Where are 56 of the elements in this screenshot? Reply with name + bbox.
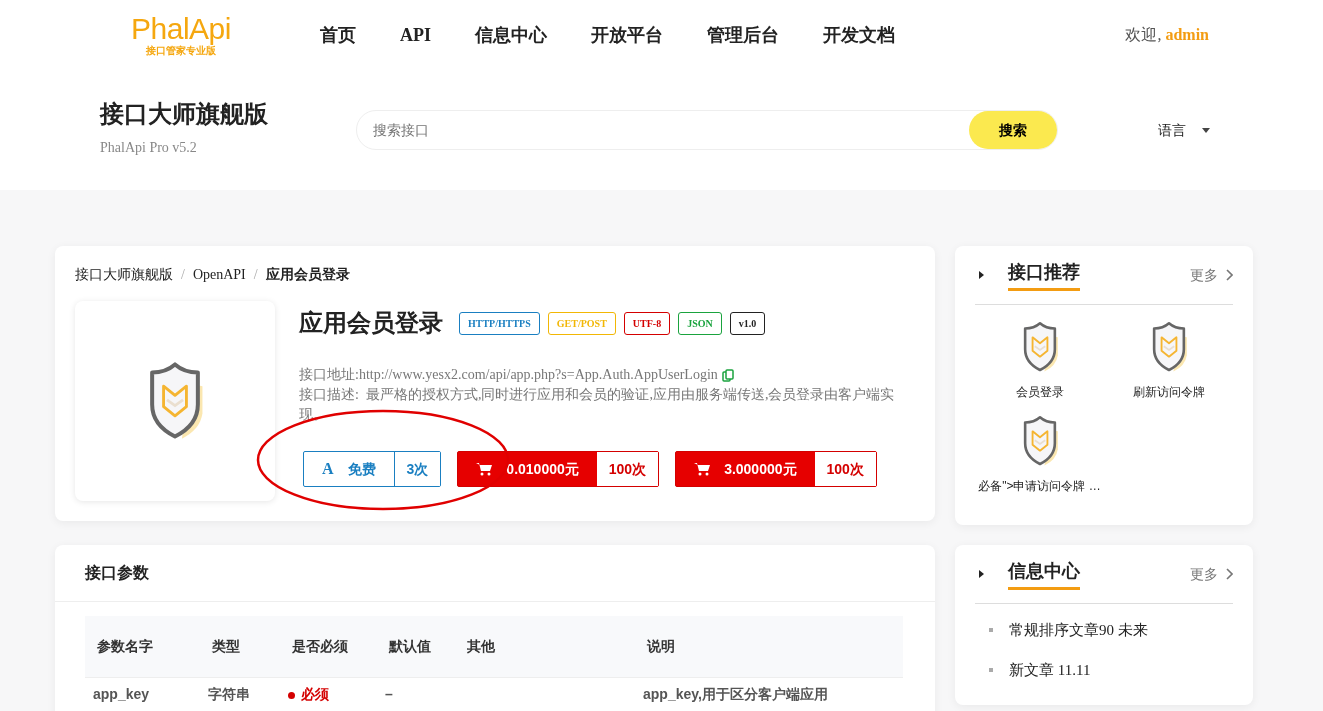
info-link[interactable]: 新文章 11.11 xyxy=(1009,658,1091,682)
version-text: PhalApi Pro v5.2 xyxy=(100,138,198,157)
required-label: 必须 xyxy=(288,686,329,702)
table-cell: – xyxy=(377,677,455,710)
breadcrumb-link[interactable]: 应用会员登录 xyxy=(265,264,350,285)
welcome-text: 欢迎, xyxy=(1125,25,1162,45)
chevron-icon xyxy=(1226,568,1233,580)
nav-link[interactable]: 开放平台 xyxy=(591,21,663,49)
breadcrumb-link[interactable]: 接口大师旗舰版 xyxy=(75,264,173,285)
tag: GET/POST xyxy=(547,311,616,335)
column-header: 说明 xyxy=(635,616,903,678)
tag: JSON xyxy=(678,311,722,335)
panel-title: 信息中心 xyxy=(1008,558,1080,590)
breadcrumb-separator: / xyxy=(181,266,185,284)
cart-icon xyxy=(476,462,493,476)
breadcrumb-link[interactable]: OpenAPI xyxy=(192,264,246,285)
plan-button[interactable]: A 免费 3次 xyxy=(303,451,442,487)
site-title: 接口大师旗舰版 xyxy=(100,100,268,129)
breadcrumb-separator: / xyxy=(253,266,258,284)
chevron-icon xyxy=(1226,269,1233,281)
column-header: 默认值 xyxy=(377,616,455,678)
tag: HTTP/HTTPS xyxy=(459,311,540,335)
recommended-api[interactable]: 刷新访问令牌 xyxy=(1104,321,1233,401)
copy-icon[interactable] xyxy=(721,368,734,382)
caret-icon xyxy=(979,271,984,279)
recommended-api[interactable]: 会员登录 xyxy=(975,321,1104,401)
nav-link[interactable]: 开发文档 xyxy=(823,21,895,49)
api-title: 应用会员登录 xyxy=(299,308,443,338)
language-dropdown[interactable]: 语言 xyxy=(1158,110,1210,150)
search-button[interactable]: 搜索 xyxy=(969,111,1057,149)
column-header: 参数名字 xyxy=(85,616,200,678)
panel-title: 接口推荐 xyxy=(1008,259,1080,291)
address-text: 接口地址:http://www.yesx2.com/api/app.php?s=App.Auth.AppUserLogin xyxy=(299,366,718,384)
tag: v1.0 xyxy=(729,311,766,335)
more-link[interactable]: 更多 xyxy=(1190,563,1233,585)
tag: UTF-8 xyxy=(623,311,671,335)
table-cell: 字符串 xyxy=(200,677,280,710)
more-link[interactable]: 更多 xyxy=(1190,264,1233,286)
plan-button[interactable]: 0.010000元 100次 xyxy=(457,451,660,487)
nav-link[interactable]: API xyxy=(400,21,431,49)
column-header: 其他 xyxy=(455,616,635,678)
table-cell: app_key,用于区分客户端应用 xyxy=(635,677,903,710)
nav-link[interactable]: 首页 xyxy=(320,21,356,49)
cart-icon xyxy=(694,462,711,476)
nav-link[interactable]: 信息中心 xyxy=(475,21,547,49)
caret-icon xyxy=(1202,127,1210,133)
column-header: 是否必须 xyxy=(280,616,377,678)
caret-icon xyxy=(979,570,984,578)
plan-button[interactable]: 3.000000元 100次 xyxy=(675,451,877,487)
column-header: 类型 xyxy=(200,616,280,678)
nav-link[interactable]: 管理后台 xyxy=(707,21,779,49)
section-title: 接口参数 xyxy=(55,545,935,602)
logo-subtitle: 接口管家专业版 xyxy=(146,45,216,57)
table-cell: app_key xyxy=(85,677,200,710)
info-link[interactable]: 常规排序文章90 未来 xyxy=(1009,618,1148,642)
recommended-api[interactable]: 必备">申请访问令牌 … xyxy=(975,415,1104,495)
